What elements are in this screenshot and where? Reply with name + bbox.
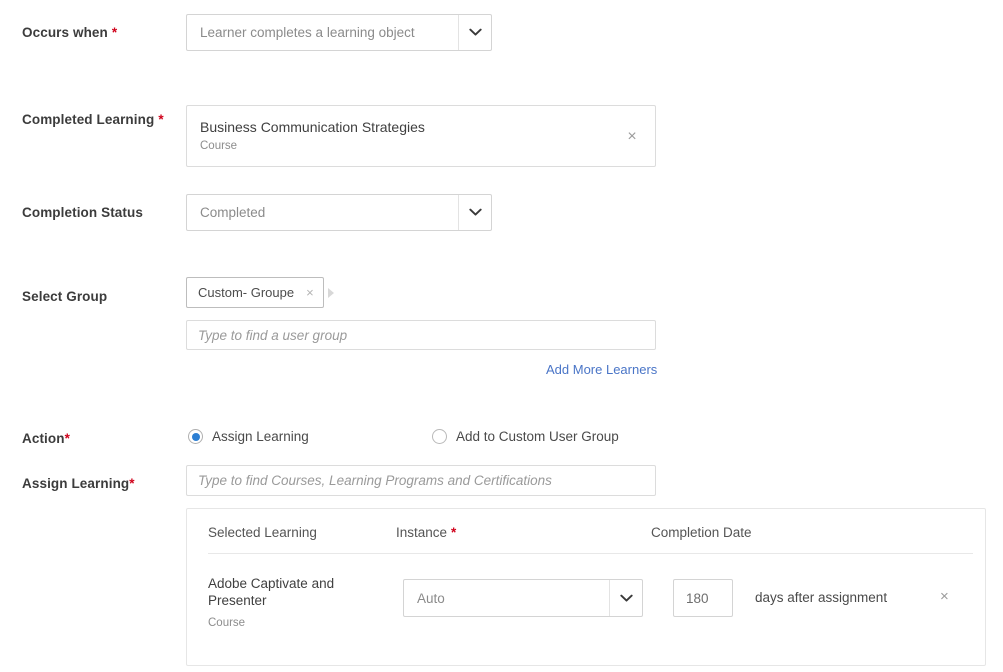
chevron-right-icon xyxy=(327,287,334,298)
radio-assign-learning-label: Assign Learning xyxy=(212,429,309,444)
chevron-down-icon[interactable] xyxy=(609,580,642,616)
completed-learning-title: Business Communication Strategies xyxy=(200,119,425,135)
label-completed-learning: Completed Learning * xyxy=(22,112,164,127)
selected-learning-panel: Selected Learning Instance * Completion D… xyxy=(186,508,986,666)
label-select-group-text: Select Group xyxy=(22,289,108,304)
completed-learning-remove-icon[interactable]: × xyxy=(609,127,655,145)
select-group-chip-label: Custom- Groupe xyxy=(198,285,295,300)
add-more-learners-link[interactable]: Add More Learners xyxy=(546,362,657,377)
completed-learning-selected-item: Business Communication Strategies Course… xyxy=(186,105,656,167)
field-row-assign-learning: Assign Learning* Type to find Courses, L… xyxy=(0,462,1003,507)
radio-assign-learning[interactable]: Assign Learning xyxy=(188,429,309,444)
required-asterisk: * xyxy=(158,112,164,127)
label-completed-learning-text: Completed Learning xyxy=(22,112,155,127)
label-assign-learning: Assign Learning* xyxy=(22,476,135,491)
completed-learning-subtitle: Course xyxy=(200,140,238,152)
selected-learning-table-header: Selected Learning Instance * Completion D… xyxy=(187,509,985,554)
label-action-text: Action xyxy=(22,431,65,446)
automation-trigger-form: Occurs when * Learner completes a learnin… xyxy=(0,0,1003,672)
label-occurs-when-text: Occurs when xyxy=(22,25,108,40)
learning-type: Course xyxy=(208,617,246,629)
radio-add-to-custom-user-group[interactable]: Add to Custom User Group xyxy=(432,429,619,444)
select-group-chip-list: Custom- Groupe × xyxy=(186,277,334,308)
table-row: Adobe Captivate and Presenter Course Aut… xyxy=(187,554,985,664)
table-cell-learning-name: Adobe Captivate and Presenter Course xyxy=(208,575,358,631)
field-row-action: Action* Assign Learning Add to Custom Us… xyxy=(0,420,1003,460)
occurs-when-select[interactable]: Learner completes a learning object xyxy=(186,14,492,51)
radio-add-to-custom-user-group-label: Add to Custom User Group xyxy=(456,429,619,444)
radio-unselected-icon[interactable] xyxy=(432,429,447,444)
field-row-completed-learning: Completed Learning * Business Communicati… xyxy=(0,95,1003,175)
chevron-down-icon[interactable] xyxy=(458,195,491,230)
completed-learning-text: Business Communication Strategies Course xyxy=(187,106,609,166)
user-group-search-placeholder: Type to find a user group xyxy=(198,327,348,343)
assign-learning-search-input[interactable]: Type to find Courses, Learning Programs … xyxy=(186,465,656,496)
user-group-search-input[interactable]: Type to find a user group xyxy=(186,320,656,350)
label-occurs-when: Occurs when * xyxy=(22,25,117,40)
select-group-chip[interactable]: Custom- Groupe × xyxy=(186,277,324,308)
occurs-when-selected-value: Learner completes a learning object xyxy=(200,25,415,40)
required-asterisk: * xyxy=(129,476,135,491)
close-icon[interactable]: × xyxy=(306,286,314,299)
required-asterisk: * xyxy=(64,431,70,446)
column-header-selected-learning: Selected Learning xyxy=(208,525,317,540)
chevron-down-icon[interactable] xyxy=(458,15,491,50)
column-header-instance: Instance * xyxy=(396,525,456,540)
column-header-completion-date: Completion Date xyxy=(651,525,752,540)
instance-select[interactable]: Auto xyxy=(403,579,643,617)
radio-selected-icon[interactable] xyxy=(188,429,203,444)
label-select-group: Select Group xyxy=(22,289,107,304)
learning-name: Adobe Captivate and Presenter xyxy=(208,576,335,608)
required-asterisk: * xyxy=(451,525,457,540)
field-row-select-group: Select Group Custom- Groupe × Type to fi… xyxy=(0,265,1003,395)
completion-days-input[interactable]: 180 xyxy=(673,579,733,617)
table-row-remove-icon[interactable]: × xyxy=(940,589,949,604)
field-row-occurs-when: Occurs when * Learner completes a learnin… xyxy=(0,0,1003,80)
required-asterisk: * xyxy=(111,25,118,40)
completion-days-suffix: days after assignment xyxy=(755,590,888,605)
label-action: Action* xyxy=(22,431,70,446)
column-header-instance-text: Instance xyxy=(396,525,448,540)
label-completion-status-text: Completion Status xyxy=(22,205,143,220)
completion-status-selected-value: Completed xyxy=(200,205,266,220)
field-row-completion-status: Completion Status Completed xyxy=(0,180,1003,260)
label-completion-status: Completion Status xyxy=(22,205,143,220)
completion-status-select[interactable]: Completed xyxy=(186,194,492,231)
label-assign-learning-text: Assign Learning xyxy=(22,476,130,491)
assign-learning-search-placeholder: Type to find Courses, Learning Programs … xyxy=(198,473,552,488)
instance-selected-value: Auto xyxy=(417,590,445,606)
